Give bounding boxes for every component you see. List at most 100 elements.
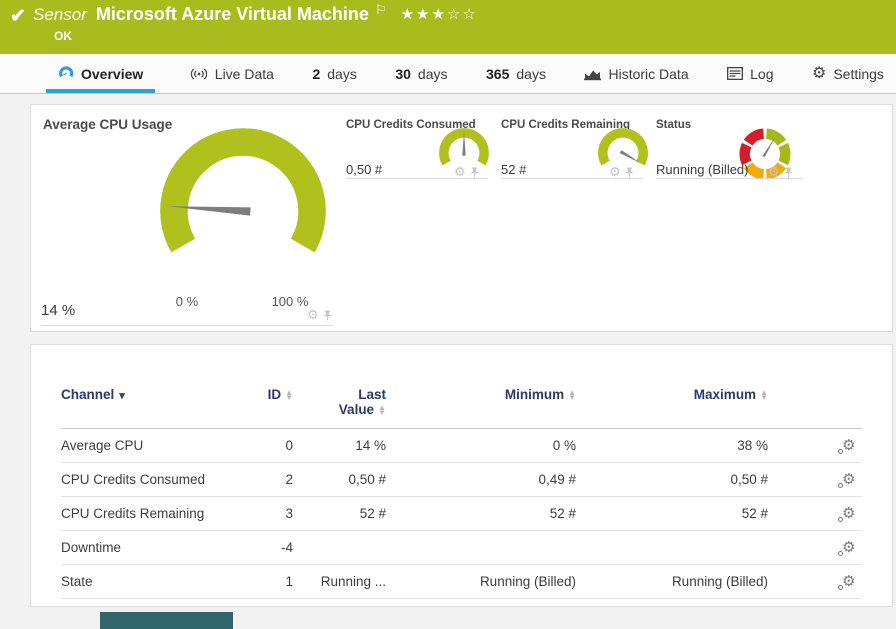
- tab-label: Log: [750, 66, 773, 82]
- sort-desc-icon: ▾: [119, 390, 125, 402]
- gauge-pin-icon[interactable]: [784, 167, 793, 178]
- tab-365-days[interactable]: 365 days: [482, 54, 550, 93]
- gauge-pin-icon[interactable]: [470, 167, 479, 178]
- table-body: Average CPU014 %0 %38 % ⚙ CPU Credits Cons…: [61, 429, 862, 599]
- table-row: Downtime-4 ⚙: [61, 531, 862, 565]
- tab-log[interactable]: Log: [723, 54, 777, 93]
- tab-number: 30: [395, 66, 411, 82]
- channel-settings-icon[interactable]: ⚙: [842, 439, 855, 453]
- channel-settings-icon[interactable]: ⚙: [842, 575, 855, 589]
- divider: [656, 178, 802, 179]
- channel-settings-icon[interactable]: ⚙: [842, 473, 855, 487]
- gauge-pin-icon[interactable]: [323, 310, 332, 321]
- gauge-widget-average-cpu: Average CPU Usage 0 % 100 % 14 % ⚙: [31, 105, 346, 331]
- broadcast-icon: [190, 67, 208, 81]
- channel-id: 0: [231, 438, 293, 453]
- gauge-settings-icon[interactable]: ⚙: [307, 309, 319, 321]
- channel-id: 2: [231, 472, 293, 487]
- channel-name[interactable]: CPU Credits Consumed: [61, 472, 231, 487]
- gauge-value: Running (Billed): [656, 162, 749, 177]
- channel-last-value: 52 #: [293, 506, 386, 521]
- channel-name[interactable]: Downtime: [61, 540, 231, 555]
- column-header-last-value[interactable]: Last Value▲▼: [293, 387, 386, 417]
- tab-settings[interactable]: ⚙ Settings: [808, 54, 888, 93]
- table-row: Average CPU014 %0 %38 % ⚙: [61, 429, 862, 463]
- priority-stars[interactable]: ★★★☆☆: [401, 5, 478, 23]
- sensor-status-text: OK: [54, 29, 72, 43]
- channel-minimum: 0,49 #: [386, 472, 576, 487]
- channel-table-panel: Channel▾ ID▲▼ Last Value▲▼ Minimum▲▼ Max…: [30, 344, 893, 607]
- tab-label: days: [327, 66, 357, 82]
- tab-label: Overview: [81, 66, 143, 82]
- log-icon: [727, 67, 743, 80]
- tab-historic-data[interactable]: Historic Data: [580, 54, 692, 93]
- channel-id: 3: [231, 506, 293, 521]
- channel-maximum: Running (Billed): [576, 574, 768, 589]
- tab-label: Settings: [833, 66, 884, 82]
- table-row: CPU Credits Remaining352 #52 #52 #⚙: [61, 497, 862, 531]
- tab-number: 365: [486, 66, 509, 82]
- tab-2-days[interactable]: 2 days: [308, 54, 360, 93]
- area-chart-icon: [584, 67, 601, 81]
- channel-settings-icon[interactable]: ⚙: [842, 507, 855, 521]
- channel-name[interactable]: State: [61, 574, 231, 589]
- sort-icon: ▲▼: [285, 390, 293, 400]
- tab-number: 2: [312, 66, 320, 82]
- gauge-settings-icon[interactable]: ⚙: [609, 166, 621, 178]
- gauge-pin-icon[interactable]: [625, 167, 634, 178]
- gauge-value: 52 #: [501, 162, 526, 177]
- table-row: CPU Credits Consumed20,50 #0,49 #0,50 #⚙: [61, 463, 862, 497]
- sort-icon: ▲▼: [568, 390, 576, 400]
- channel-last-value: 0,50 #: [293, 472, 386, 487]
- channel-last-value: Running ...: [293, 574, 386, 589]
- flag-icon[interactable]: ⚐: [375, 2, 387, 18]
- gauge-icon: [58, 66, 74, 81]
- channel-name[interactable]: Average CPU: [61, 438, 231, 453]
- tab-label: days: [418, 66, 448, 82]
- channel-settings-icon[interactable]: ⚙: [842, 541, 855, 555]
- sensor-header: ✔ Sensor Microsoft Azure Virtual Machine…: [0, 0, 896, 54]
- channel-table: Channel▾ ID▲▼ Last Value▲▼ Minimum▲▼ Max…: [31, 345, 892, 599]
- column-header-minimum[interactable]: Minimum▲▼: [386, 387, 576, 402]
- tab-overview[interactable]: Overview: [46, 54, 155, 93]
- gauges-panel: Average CPU Usage 0 % 100 % 14 % ⚙ CPU C…: [30, 104, 893, 332]
- sort-icon: ▲▼: [378, 405, 386, 415]
- gauge-settings-icon[interactable]: ⚙: [768, 166, 780, 178]
- channel-name[interactable]: CPU Credits Remaining: [61, 506, 231, 521]
- channel-minimum: Running (Billed): [386, 574, 576, 589]
- tab-30-days[interactable]: 30 days: [391, 54, 451, 93]
- status-ok-check-icon: ✔: [10, 5, 26, 28]
- tab-bar: Overview Live Data 2 days 30 days 365 days Histo…: [0, 54, 896, 94]
- object-kind-label: Sensor: [33, 5, 87, 25]
- gauge-value: 0,50 #: [346, 162, 382, 177]
- divider: [346, 178, 488, 179]
- table-row: State1Running ...Running (Billed)Running…: [61, 565, 862, 599]
- gauge-title: Status: [656, 119, 691, 131]
- channel-minimum: 52 #: [386, 506, 576, 521]
- divider: [501, 178, 643, 179]
- tab-label: days: [516, 66, 546, 82]
- gauge-scale-max: 100 %: [268, 294, 312, 309]
- gauge-value: 14 %: [41, 302, 75, 319]
- column-header-id[interactable]: ID▲▼: [231, 387, 293, 402]
- channel-id: 1: [231, 574, 293, 589]
- tab-label: Live Data: [215, 66, 274, 82]
- footer-bar[interactable]: [100, 612, 233, 629]
- column-header-channel[interactable]: Channel▾: [61, 387, 231, 404]
- channel-maximum: 52 #: [576, 506, 768, 521]
- sensor-title: Microsoft Azure Virtual Machine: [96, 4, 369, 25]
- average-cpu-gauge[interactable]: [151, 119, 335, 303]
- gauge-settings-icon[interactable]: ⚙: [454, 166, 466, 178]
- channel-maximum: 0,50 #: [576, 472, 768, 487]
- channel-minimum: 0 %: [386, 438, 576, 453]
- column-header-maximum[interactable]: Maximum▲▼: [576, 387, 768, 402]
- divider: [41, 325, 333, 326]
- gear-icon: ⚙: [812, 67, 826, 81]
- channel-maximum: 38 %: [576, 438, 768, 453]
- channel-id: -4: [231, 540, 293, 555]
- sort-icon: ▲▼: [760, 390, 768, 400]
- tab-live-data[interactable]: Live Data: [186, 54, 278, 93]
- channel-last-value: 14 %: [293, 438, 386, 453]
- tab-label: Historic Data: [608, 66, 688, 82]
- gauge-scale-min: 0 %: [165, 294, 209, 309]
